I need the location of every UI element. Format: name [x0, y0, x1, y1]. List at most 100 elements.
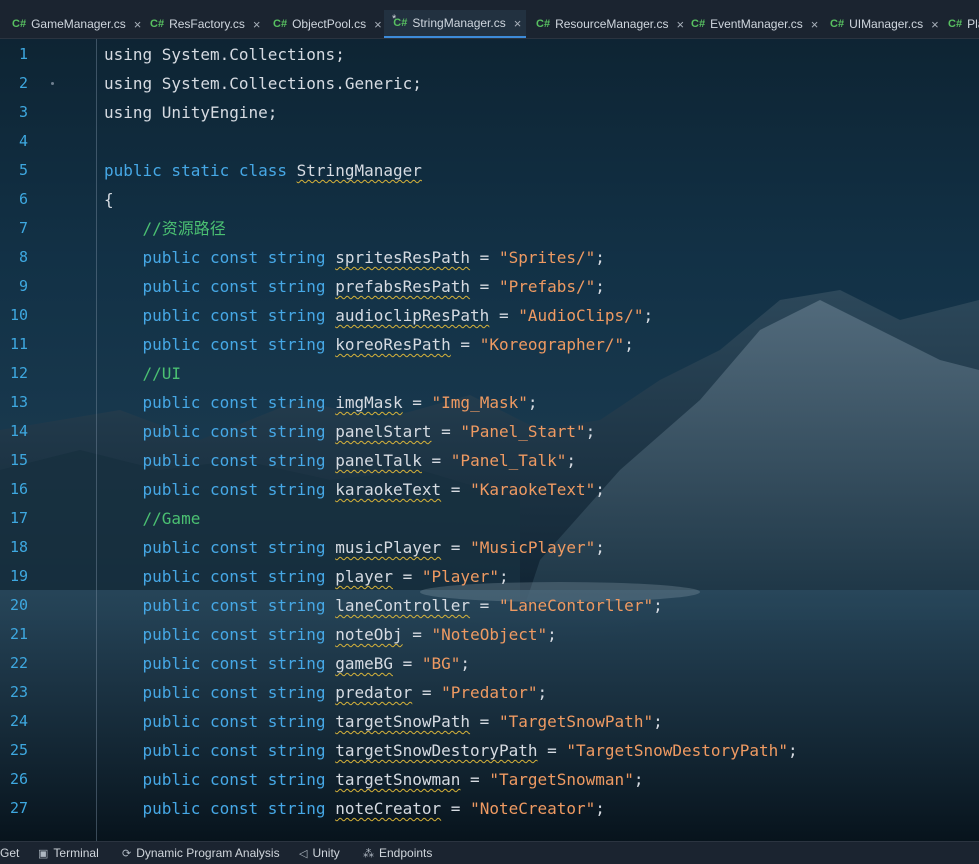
tab-objectpool[interactable]: C# ObjectPool.cs × — [261, 10, 387, 38]
string-token: "Koreographer/" — [479, 335, 625, 354]
close-icon[interactable]: × — [514, 16, 522, 31]
csharp-file-icon: C# — [830, 18, 845, 30]
code-line[interactable]: 2 using System.Collections.Generic; — [0, 69, 979, 98]
code-line[interactable]: 26 public const string targetSnowman = "… — [0, 765, 979, 794]
line-number: 11 — [9, 335, 28, 353]
string-token: "AudioClips/" — [518, 306, 644, 325]
code-line[interactable]: 22 public const string gameBG = "BG"; — [0, 649, 979, 678]
tab-resfactory[interactable]: C# ResFactory.cs × — [138, 10, 268, 38]
code-line[interactable]: 3 using UnityEngine; — [0, 98, 979, 127]
plain-token: ; — [624, 335, 634, 354]
code-text: using System.Collections.Generic; — [104, 69, 422, 98]
comment-token: //Game — [142, 509, 201, 528]
line-number: 4 — [18, 132, 28, 150]
code-line[interactable]: 5 public static class StringManager — [0, 156, 979, 185]
code-line[interactable]: 13 public const string imgMask = "Img_Ma… — [0, 388, 979, 417]
keyword-token: public const string — [142, 480, 336, 499]
code-line[interactable]: 19 public const string player = "Player"… — [0, 562, 979, 591]
code-line[interactable]: 14 public const string panelStart = "Pan… — [0, 417, 979, 446]
identifier-token: targetSnowDestoryPath — [335, 741, 538, 760]
code-line[interactable]: 24 public const string targetSnowPath = … — [0, 707, 979, 736]
code-line[interactable]: 20 public const string laneController = … — [0, 591, 979, 620]
keyword-token: public const string — [142, 422, 336, 441]
identifier-token: panelTalk — [335, 451, 422, 470]
keyword-token: public const string — [142, 248, 336, 267]
plain-token: = — [460, 770, 490, 789]
code-line[interactable]: 16 public const string karaokeText = "Ka… — [0, 475, 979, 504]
line-number: 12 — [9, 364, 28, 382]
code-line[interactable]: 11 public const string koreoResPath = "K… — [0, 330, 979, 359]
plain-token: ; — [595, 799, 605, 818]
toolbar-endpoints[interactable]: ⁂ Endpoints — [363, 846, 432, 860]
line-number: 24 — [9, 712, 28, 730]
plain-token: ; — [633, 770, 644, 789]
plain-token: = — [392, 567, 422, 586]
line-number: 26 — [9, 770, 28, 788]
toolbar-unity-label: Unity — [312, 846, 340, 860]
plain-token: = — [441, 480, 471, 499]
code-line[interactable]: 8 public const string spritesResPath = "… — [0, 243, 979, 272]
code-line[interactable]: 23 public const string predator = "Preda… — [0, 678, 979, 707]
tab-label: Pla — [967, 17, 979, 31]
plain-token: ; — [595, 277, 605, 296]
code-line[interactable]: 21 public const string noteObj = "NoteOb… — [0, 620, 979, 649]
code-line[interactable]: 7 //资源路径 — [0, 214, 979, 243]
toolbar-unity[interactable]: ◁ Unity — [299, 846, 340, 860]
keyword-token: public const string — [142, 741, 336, 760]
bottom-tool-bar: Get ▣ Terminal ⟳ Dynamic Program Analysi… — [0, 841, 979, 864]
plain-token: = — [470, 248, 499, 267]
string-token: "Img_Mask" — [431, 393, 528, 412]
tab-stringmanager[interactable]: * C# StringManager.cs × — [384, 10, 526, 38]
close-icon[interactable]: × — [374, 17, 382, 32]
code-line[interactable]: 4 — [0, 127, 979, 156]
code-text: public const string targetSnowman = "Tar… — [104, 765, 644, 794]
tab-resourcemanager[interactable]: C# ResourceManager.cs × — [524, 10, 684, 38]
code-line[interactable]: 1 using System.Collections; — [0, 40, 979, 69]
code-line[interactable]: 18 public const string musicPlayer = "Mu… — [0, 533, 979, 562]
code-line[interactable]: 12 //UI — [0, 359, 979, 388]
keyword-token: public const string — [142, 567, 336, 586]
tab-player-truncated[interactable]: C# Pla — [936, 10, 979, 38]
keyword-token: public const string — [142, 799, 336, 818]
code-line[interactable]: 9 public const string prefabsResPath = "… — [0, 272, 979, 301]
keyword-token: public const string — [142, 393, 336, 412]
identifier-token: gameBG — [335, 654, 393, 673]
tab-gamemanager[interactable]: C# GameManager.cs × — [0, 10, 146, 38]
toolbar-get[interactable]: Get — [0, 846, 19, 860]
toolbar-dynamic-program-analysis[interactable]: ⟳ Dynamic Program Analysis — [122, 846, 280, 860]
keyword-token: public const string — [142, 596, 336, 615]
toolbar-get-label: Get — [0, 846, 20, 860]
code-line[interactable]: 6{ — [0, 185, 979, 214]
line-number: 9 — [18, 277, 28, 295]
code-line[interactable]: 27 public const string noteCreator = "No… — [0, 794, 979, 823]
keyword-token: public const string — [142, 654, 336, 673]
code-line[interactable]: 25 public const string targetSnowDestory… — [0, 736, 979, 765]
toolbar-terminal[interactable]: ▣ Terminal — [38, 846, 99, 860]
code-line[interactable]: 10 public const string audioclipResPath … — [0, 301, 979, 330]
code-text: public const string audioclipResPath = "… — [104, 301, 654, 330]
code-editor[interactable]: 1 using System.Collections; 2 using System.… — [0, 39, 979, 841]
line-number: 13 — [9, 393, 28, 411]
string-token: "BG" — [421, 654, 461, 673]
code-text: public const string noteObj = "NoteObjec… — [104, 620, 557, 649]
identifier-token: laneController — [335, 596, 471, 615]
close-icon[interactable]: × — [253, 17, 261, 32]
tab-uimanager[interactable]: C# UIManager.cs × — [818, 10, 942, 38]
keyword-token: public const string — [142, 683, 336, 702]
keyword-token: public const string — [142, 625, 336, 644]
line-number: 23 — [9, 683, 28, 701]
tab-eventmanager[interactable]: C# EventManager.cs × — [679, 10, 821, 38]
code-line[interactable]: 17 //Game — [0, 504, 979, 533]
code-line[interactable]: 15 public const string panelTalk = "Pane… — [0, 446, 979, 475]
unity-icon: ◁ — [299, 847, 308, 860]
string-token: "Panel_Start" — [460, 422, 586, 441]
line-number: 3 — [18, 103, 28, 121]
code-text: public const string gameBG = "BG"; — [104, 649, 471, 678]
